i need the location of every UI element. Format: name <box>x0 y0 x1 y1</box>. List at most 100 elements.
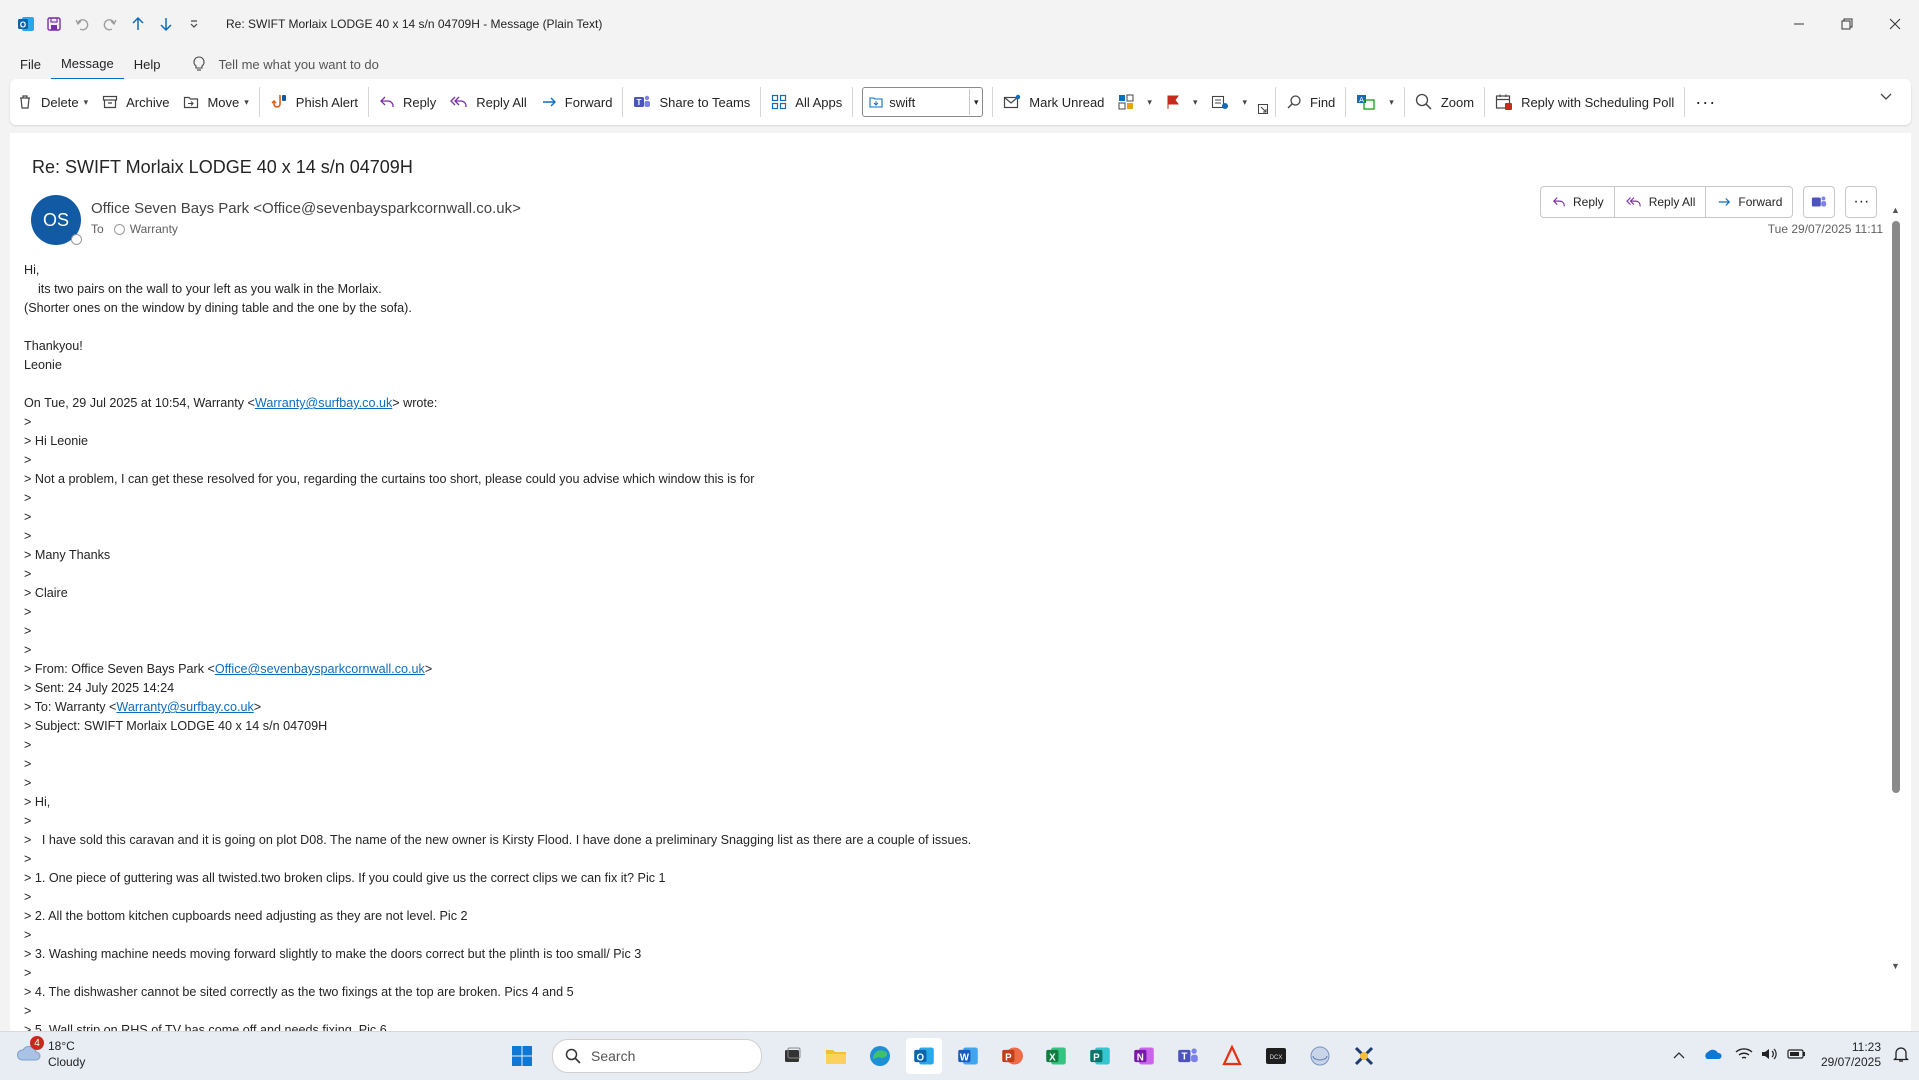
battery-icon[interactable] <box>1787 1047 1807 1064</box>
follow-up-button[interactable]: ▾ <box>1159 86 1205 118</box>
next-item-icon[interactable] <box>152 10 180 38</box>
body-text: > <box>24 890 32 904</box>
onedrive-icon[interactable] <box>1703 1047 1723 1064</box>
clock[interactable]: 11:23 29/07/2025 <box>1821 1040 1881 1070</box>
chevron-up-icon[interactable] <box>1673 1048 1685 1062</box>
categorize-button[interactable]: ▾ <box>1111 86 1159 118</box>
task-view-icon[interactable] <box>774 1038 810 1074</box>
tab-file[interactable]: File <box>10 48 51 80</box>
taskbar-search[interactable]: Search <box>552 1039 762 1073</box>
tool-app-icon[interactable] <box>1346 1038 1382 1074</box>
email-link[interactable]: Office@sevenbaysparkcornwall.co.uk <box>215 662 425 676</box>
reply-scheduling-poll-button[interactable]: Reply with Scheduling Poll <box>1488 86 1681 118</box>
sender[interactable]: Office Seven Bays Park <Office@sevenbays… <box>91 200 521 217</box>
teams-share-icon[interactable] <box>1803 186 1836 218</box>
tell-me-search[interactable]: Tell me what you want to do <box>192 56 379 72</box>
move-folder-icon <box>184 96 199 109</box>
chevron-down-icon[interactable]: ▾ <box>84 97 89 108</box>
message-forward-button[interactable]: Forward <box>1705 187 1792 217</box>
find-button[interactable]: Find <box>1279 86 1342 118</box>
policy-icon <box>1212 95 1229 109</box>
close-icon[interactable] <box>1871 0 1919 48</box>
phish-alert-button[interactable]: Phish Alert <box>263 86 365 118</box>
zoom-button[interactable]: Zoom <box>1408 86 1481 118</box>
forward-button[interactable]: Forward <box>534 86 620 118</box>
move-button[interactable]: Move ▾ <box>176 86 255 118</box>
onenote-icon[interactable]: N <box>1126 1038 1162 1074</box>
email-link[interactable]: Warranty@surfbay.co.uk <box>116 700 253 714</box>
volume-icon[interactable] <box>1761 1047 1779 1064</box>
vertical-scrollbar[interactable]: ▲ ▼ <box>1891 205 1901 971</box>
scroll-up-icon[interactable]: ▲ <box>1891 205 1900 215</box>
edge-icon[interactable] <box>862 1038 898 1074</box>
translate-button[interactable]: A ▾ <box>1349 86 1401 118</box>
archive-button[interactable]: Archive <box>95 86 176 118</box>
terminal-app-icon[interactable]: DCX <box>1258 1038 1294 1074</box>
undo-icon[interactable] <box>68 10 96 38</box>
file-explorer-icon[interactable] <box>818 1038 854 1074</box>
notification-bell-icon[interactable] <box>1892 1045 1910 1066</box>
windows-start-icon[interactable] <box>504 1038 540 1074</box>
move-label: Move <box>207 94 240 110</box>
message-reply-button[interactable]: Reply <box>1541 187 1614 217</box>
restore-icon[interactable] <box>1823 0 1871 48</box>
tags-launcher-icon[interactable] <box>1254 86 1272 118</box>
body-text: > 1. One piece of guttering was all twis… <box>24 871 666 885</box>
policy-button[interactable]: ▾ <box>1204 86 1254 118</box>
acrobat-icon[interactable] <box>1214 1038 1250 1074</box>
minimize-icon[interactable] <box>1775 0 1823 48</box>
redo-icon[interactable] <box>96 10 124 38</box>
scroll-down-icon[interactable]: ▼ <box>1891 961 1900 971</box>
archive-icon <box>103 95 118 109</box>
lightbulb-icon <box>193 56 205 71</box>
body-line: > Subject: SWIFT Morlaix LODGE 40 x 14 s… <box>24 717 1884 736</box>
chevron-down-icon[interactable]: ▾ <box>1389 97 1394 108</box>
body-line: > <box>24 641 1884 660</box>
wifi-icon[interactable] <box>1735 1047 1753 1064</box>
teams-taskbar-icon[interactable]: T <box>1170 1038 1206 1074</box>
excel-icon[interactable]: X <box>1038 1038 1074 1074</box>
weather-widget[interactable]: 4 18°C Cloudy <box>16 1036 85 1070</box>
title-bar: O Re: SWIFT Morlaix LODGE 40 x 14 s/n 04… <box>0 0 1919 48</box>
publisher-icon[interactable]: P <box>1082 1038 1118 1074</box>
browser-app-icon[interactable] <box>1302 1038 1338 1074</box>
message-reply-all-button[interactable]: Reply All <box>1613 187 1706 217</box>
chevron-down-icon[interactable]: ▾ <box>1147 97 1152 108</box>
body-line: > <box>24 413 1884 432</box>
word-icon[interactable]: W <box>950 1038 986 1074</box>
tab-message[interactable]: Message <box>50 48 124 80</box>
save-icon[interactable] <box>40 10 68 38</box>
chevron-down-icon[interactable]: ▾ <box>1193 97 1198 108</box>
reply-scheduling-poll-label: Reply with Scheduling Poll <box>1521 94 1675 110</box>
body-text: Hi, <box>24 263 40 277</box>
customize-toolbar-icon[interactable] <box>180 10 208 38</box>
more-commands-icon[interactable]: ··· <box>1688 86 1723 118</box>
email-link[interactable]: Warranty@surfbay.co.uk <box>255 396 392 410</box>
chevron-down-icon[interactable]: ▾ <box>1242 97 1247 108</box>
menu-bar: File Message Help Tell me what you want … <box>0 48 1919 80</box>
outlook-taskbar-icon[interactable]: O <box>906 1038 942 1074</box>
avatar[interactable]: OS <box>31 195 82 245</box>
chevron-down-icon[interactable]: ▾ <box>970 97 982 108</box>
previous-item-icon[interactable] <box>124 10 152 38</box>
message-pane: Re: SWIFT Morlaix LODGE 40 x 14 s/n 0470… <box>10 133 1911 1031</box>
phish-hook-icon <box>271 95 286 108</box>
body-line: > <box>24 489 1884 508</box>
more-actions-icon[interactable]: ··· <box>1845 186 1878 218</box>
all-apps-button[interactable]: All Apps <box>764 86 849 118</box>
powerpoint-icon[interactable]: P <box>994 1038 1030 1074</box>
chevron-down-icon[interactable]: ▾ <box>244 97 249 108</box>
quick-steps-dropdown[interactable]: swift ▾ <box>862 87 984 117</box>
reply-all-button[interactable]: Reply All <box>443 86 534 118</box>
ribbon-collapse-icon[interactable] <box>1873 93 1907 101</box>
body-text: Leonie <box>24 358 62 372</box>
mark-unread-button[interactable]: Mark Unread <box>996 86 1111 118</box>
share-to-teams-button[interactable]: T Share to Teams <box>626 86 757 118</box>
tab-help[interactable]: Help <box>124 48 171 80</box>
delete-button[interactable]: Delete ▾ <box>10 86 95 118</box>
scrollbar-thumb[interactable] <box>1892 221 1900 793</box>
body-text: > <box>24 510 32 524</box>
recipient-name[interactable]: Warranty <box>130 222 178 236</box>
reply-all-icon <box>1625 197 1641 207</box>
reply-button[interactable]: Reply <box>372 86 443 118</box>
